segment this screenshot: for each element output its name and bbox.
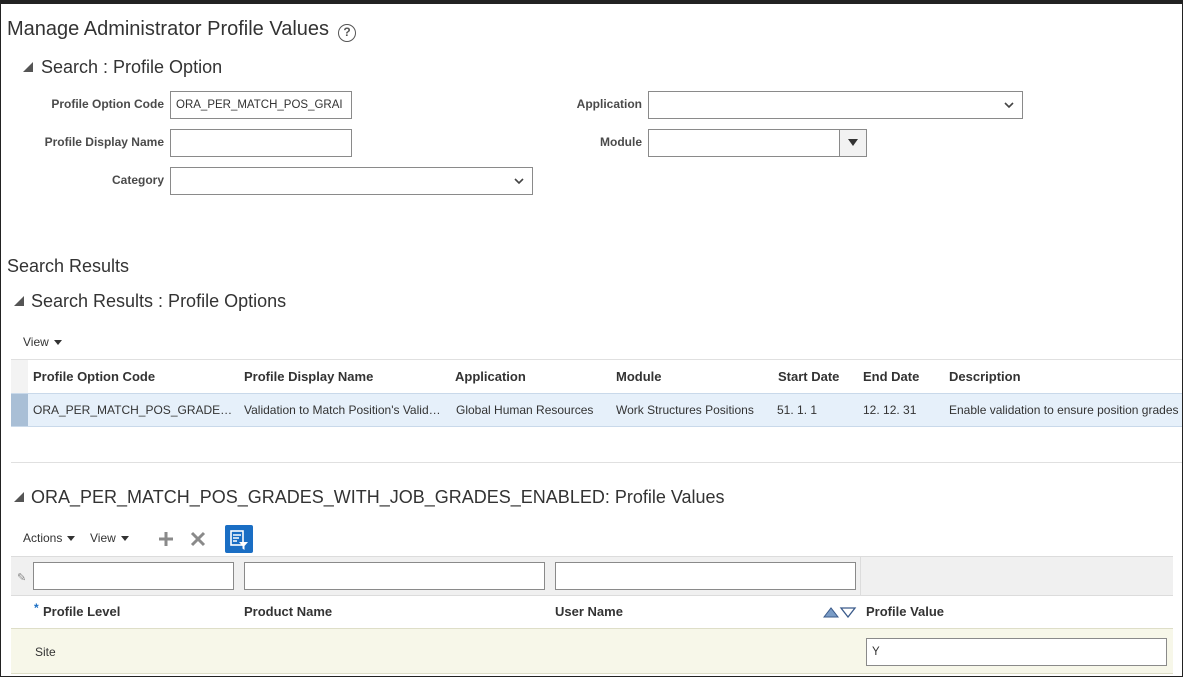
view-label: View (23, 335, 49, 349)
cell-end-date: 12. 12. 31 (863, 403, 917, 417)
module-dropdown-button[interactable] (839, 130, 866, 156)
profile-option-code-label: Profile Option Code (51, 97, 164, 111)
divider (11, 462, 1182, 463)
divider (11, 359, 1182, 360)
view-label: View (90, 531, 116, 545)
application-label: Application (576, 97, 642, 111)
cell-application: Global Human Resources (456, 403, 594, 417)
pencil-icon: ✎ (17, 572, 27, 584)
cell-module: Work Structures Positions (616, 403, 754, 417)
col-profile-option-code[interactable]: Profile Option Code (33, 369, 155, 384)
chevron-down-icon (1004, 92, 1014, 109)
actions-label: Actions (23, 531, 63, 545)
search-results-heading: Search Results (7, 256, 130, 276)
cell-profile-level: Site (35, 645, 56, 659)
col-user-name[interactable]: User Name (555, 604, 623, 619)
caret-down-icon (53, 340, 62, 346)
module-label: Module (600, 135, 642, 149)
category-select[interactable] (170, 167, 533, 195)
filter-profile-level-input[interactable] (33, 562, 234, 590)
page-title: Manage Administrator Profile Values (7, 18, 330, 40)
caret-down-icon (120, 536, 129, 542)
row-selector-header (11, 360, 28, 393)
add-icon[interactable] (158, 531, 174, 547)
caret-down-icon (67, 536, 76, 542)
column-divider (860, 557, 861, 595)
profile-display-name-input[interactable] (170, 129, 352, 157)
module-combobox[interactable] (648, 129, 867, 157)
query-by-example-filter-icon[interactable] (225, 525, 253, 553)
cell-description: Enable validation to ensure position gra… (949, 403, 1179, 417)
search-section-title: Search : Profile Option (41, 57, 223, 77)
results-view-menu[interactable]: View (23, 335, 62, 349)
col-description[interactable]: Description (949, 369, 1021, 384)
category-label: Category (111, 173, 164, 187)
col-profile-value[interactable]: Profile Value (866, 604, 944, 619)
collapse-triangle-icon[interactable] (23, 62, 33, 72)
profile-option-code-input[interactable]: ORA_PER_MATCH_POS_GRAI (170, 91, 352, 119)
col-module[interactable]: Module (616, 369, 662, 384)
values-view-menu[interactable]: View (90, 531, 129, 545)
filter-row: ✎ (11, 556, 1173, 596)
cell-profile-option-code[interactable]: ORA_PER_MATCH_POS_GRADE… (33, 403, 232, 417)
filter-user-name-input[interactable] (555, 562, 856, 590)
caret-down-icon (848, 139, 858, 146)
col-profile-display-name[interactable]: Profile Display Name (244, 369, 373, 384)
profile-display-name-label: Profile Display Name (44, 135, 164, 149)
actions-menu[interactable]: Actions (23, 531, 76, 545)
delete-icon[interactable] (190, 531, 206, 547)
table-row[interactable]: ORA_PER_MATCH_POS_GRADE… Validation to M… (11, 393, 1182, 427)
collapse-triangle-icon[interactable] (14, 296, 24, 306)
profile-value-input[interactable]: Y (866, 638, 1167, 666)
cell-start-date: 51. 1. 1 (777, 403, 818, 417)
sort-ascending-descending-icon[interactable] (822, 605, 857, 619)
col-application[interactable]: Application (455, 369, 526, 384)
col-profile-level[interactable]: Profile Level (43, 604, 120, 619)
row-selected-marker (11, 394, 28, 426)
results-section-title: Search Results : Profile Options (31, 291, 287, 311)
application-select[interactable] (648, 91, 1023, 119)
table-row[interactable]: Site Y (11, 628, 1173, 674)
profile-values-section-title: ORA_PER_MATCH_POS_GRADES_WITH_JOB_GRADES… (31, 487, 725, 507)
collapse-triangle-icon[interactable] (14, 492, 24, 502)
col-end-date[interactable]: End Date (863, 369, 919, 384)
required-marker: * (34, 601, 39, 615)
col-start-date[interactable]: Start Date (778, 369, 839, 384)
chevron-down-icon (514, 168, 524, 185)
cell-profile-display-name: Validation to Match Position's Valid… (244, 403, 441, 417)
question-circle-icon[interactable]: ? (338, 24, 356, 42)
filter-product-name-input[interactable] (244, 562, 545, 590)
col-product-name[interactable]: Product Name (244, 604, 332, 619)
app-window: Manage Administrator Profile Values ? Se… (0, 0, 1183, 677)
